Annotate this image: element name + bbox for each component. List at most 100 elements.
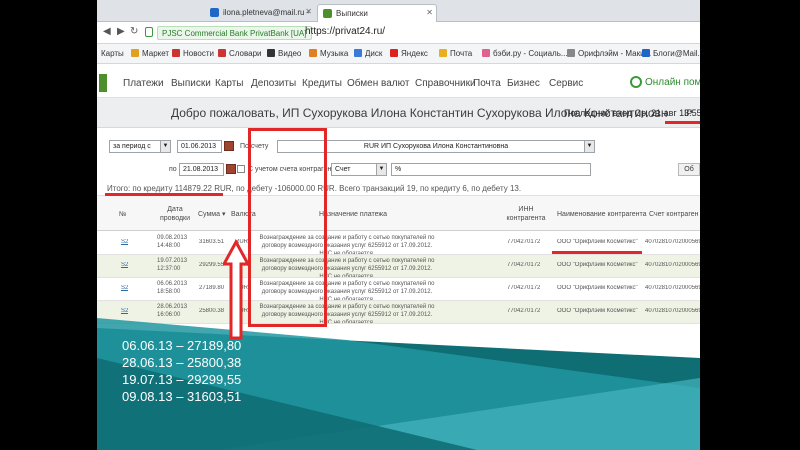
chevron-down-icon: ▼ bbox=[160, 141, 170, 152]
counterparty-search-input[interactable]: % bbox=[391, 163, 591, 176]
close-icon[interactable]: ✕ bbox=[426, 8, 433, 17]
row-date: 19.07.2013 12:37:00 bbox=[157, 258, 188, 272]
menu-item-directories[interactable]: Справочники bbox=[415, 78, 476, 89]
col-inn[interactable]: ИНН контрагента bbox=[501, 205, 551, 223]
mail-icon bbox=[439, 49, 447, 57]
dictionary-icon bbox=[218, 49, 226, 57]
date-line: 19.07.13 – 29299,55 bbox=[122, 372, 242, 387]
period-select[interactable]: за период с ▼ bbox=[109, 140, 171, 153]
browser-tab-bar: ilona.pletneva@mail.ru - ✕ Выписки ✕ bbox=[97, 0, 700, 22]
row-num[interactable]: S2 bbox=[121, 285, 128, 291]
back-icon[interactable]: ◀ bbox=[103, 26, 111, 37]
date-line: 28.06.13 – 25800,38 bbox=[122, 355, 242, 370]
reload-icon[interactable]: ↻ bbox=[130, 26, 138, 37]
bookmark-item[interactable]: Маркет bbox=[131, 49, 169, 58]
slide: ilona.pletneva@mail.ru - ✕ Выписки ✕ ◀ ▶… bbox=[97, 0, 700, 450]
counterparty-checkbox[interactable] bbox=[237, 165, 245, 173]
annotation-arrow-icon bbox=[223, 240, 249, 340]
calendar-icon[interactable] bbox=[226, 164, 236, 174]
bank-menu: Платежи Выписки Карты Депозиты Кредиты О… bbox=[97, 70, 700, 98]
bookmark-item[interactable]: бэби.ру - Социаль... bbox=[482, 49, 568, 58]
menu-item-statements[interactable]: Выписки bbox=[171, 78, 211, 89]
bookmark-item[interactable]: Орифлэйм - Маки... bbox=[567, 49, 651, 58]
close-icon[interactable]: ✕ bbox=[305, 7, 312, 16]
bookmark-item[interactable]: Диск bbox=[354, 49, 382, 58]
row-inn: 7704270172 bbox=[507, 308, 541, 314]
news-icon bbox=[172, 49, 180, 57]
certificate-badge[interactable]: PJSC Commercial Bank PrivatBank [UA] bbox=[157, 26, 312, 40]
bookmark-item[interactable]: Новости bbox=[172, 49, 214, 58]
ip-label: IP bbox=[684, 108, 693, 118]
transactions-table-header: № Дата проводки Сумма ▾ Валюта Назначени… bbox=[97, 195, 700, 231]
tab-label: ilona.pletneva@mail.ru - bbox=[223, 8, 310, 17]
market-icon bbox=[131, 49, 139, 57]
col-num[interactable]: № bbox=[119, 210, 127, 219]
table-row[interactable]: S206.06.201318:58:0027189.80RURВознаграж… bbox=[97, 278, 700, 301]
tab-statements[interactable]: Выписки ✕ bbox=[317, 4, 437, 22]
row-sum: 29299.55 bbox=[199, 262, 225, 268]
menu-item-mail[interactable]: Почта bbox=[473, 78, 501, 89]
row-sum: 27189.80 bbox=[199, 285, 225, 291]
row-counterparty: ООО "Орифлэйм Косметикс" bbox=[557, 285, 638, 291]
menu-item-service[interactable]: Сервис bbox=[549, 78, 583, 89]
bookmark-item[interactable]: Карты bbox=[101, 49, 124, 58]
bookmark-item[interactable]: Почта bbox=[439, 49, 472, 58]
row-account: 40702810702000569 bbox=[645, 285, 700, 291]
bookmark-item[interactable]: Блоги@Mail.R bbox=[642, 49, 700, 58]
bookmark-item[interactable]: Словари bbox=[218, 49, 262, 58]
last-login: Последний вход Ср, 21 авг 13:55 bbox=[564, 108, 700, 118]
annotation-underline-counterparty bbox=[552, 251, 642, 254]
mail-icon bbox=[210, 8, 219, 17]
disk-icon bbox=[354, 49, 362, 57]
row-counterparty: ООО "Орифлэйм Косметикс" bbox=[557, 239, 638, 245]
row-date: 06.06.2013 18:58:00 bbox=[157, 281, 188, 295]
row-date: 09.08.2013 14:48:00 bbox=[157, 235, 188, 249]
mailru-icon bbox=[642, 49, 650, 57]
row-account: 40702810702000569 bbox=[645, 308, 700, 314]
date-to-input[interactable]: 21.08.2013 bbox=[179, 163, 224, 176]
row-num[interactable]: S2 bbox=[121, 308, 128, 314]
row-counterparty: ООО "Орифлэйм Косметикс" bbox=[557, 262, 638, 268]
page-icon bbox=[567, 49, 575, 57]
music-icon bbox=[309, 49, 317, 57]
bookmark-item[interactable]: Яндекс bbox=[390, 49, 428, 58]
menu-item-business[interactable]: Бизнес bbox=[507, 78, 540, 89]
tab-label: Выписки bbox=[336, 9, 368, 18]
privat-logo bbox=[99, 74, 107, 92]
annotation-underline-login bbox=[665, 121, 700, 124]
row-num[interactable]: S2 bbox=[121, 239, 128, 245]
col-date[interactable]: Дата проводки bbox=[155, 205, 195, 223]
menu-item-credits[interactable]: Кредиты bbox=[302, 78, 342, 89]
table-row[interactable]: S219.07.201312:37:0029299.55RURВознаграж… bbox=[97, 255, 700, 278]
menu-item-cards[interactable]: Карты bbox=[215, 78, 244, 89]
date-line: 09.08.13 – 31603,51 bbox=[122, 389, 242, 404]
tab-mail[interactable]: ilona.pletneva@mail.ru - ✕ bbox=[205, 4, 315, 22]
col-counterparty[interactable]: Наименование контрагента bbox=[557, 210, 647, 219]
bookmarks-bar: Карты Маркет Новости Словари Видео Музык… bbox=[97, 44, 700, 64]
online-help-link[interactable]: Онлайн помо bbox=[630, 76, 700, 88]
date-from-input[interactable]: 01.06.2013 bbox=[177, 140, 222, 153]
menu-item-payments[interactable]: Платежи bbox=[123, 78, 164, 89]
row-num[interactable]: S2 bbox=[121, 262, 128, 268]
col-sum[interactable]: Сумма ▾ bbox=[198, 210, 225, 219]
yandex-icon bbox=[390, 49, 398, 57]
col-account[interactable]: Счет контраген bbox=[649, 210, 699, 219]
calendar-icon[interactable] bbox=[224, 141, 234, 151]
menu-item-deposits[interactable]: Депозиты bbox=[251, 78, 296, 89]
menu-item-exchange[interactable]: Обмен валют bbox=[347, 78, 409, 89]
bookmark-item[interactable]: Музыка bbox=[309, 49, 348, 58]
col-purpose[interactable]: Назначение платежа bbox=[319, 210, 387, 219]
row-sum: 31603.51 bbox=[199, 239, 225, 245]
account-type-select[interactable]: Счет ▼ bbox=[331, 163, 387, 176]
chevron-down-icon: ▼ bbox=[584, 141, 594, 152]
row-inn: 7704270172 bbox=[507, 285, 541, 291]
show-button[interactable]: Об bbox=[678, 163, 700, 176]
url-input[interactable]: https://privat24.ru/ bbox=[305, 26, 385, 37]
to-label: по bbox=[169, 166, 177, 173]
row-inn: 7704270172 bbox=[507, 239, 541, 245]
lock-icon bbox=[145, 27, 153, 37]
annotation-box bbox=[248, 128, 327, 327]
privat-icon bbox=[323, 9, 332, 18]
forward-icon[interactable]: ▶ bbox=[117, 26, 125, 37]
bookmark-item[interactable]: Видео bbox=[267, 49, 301, 58]
